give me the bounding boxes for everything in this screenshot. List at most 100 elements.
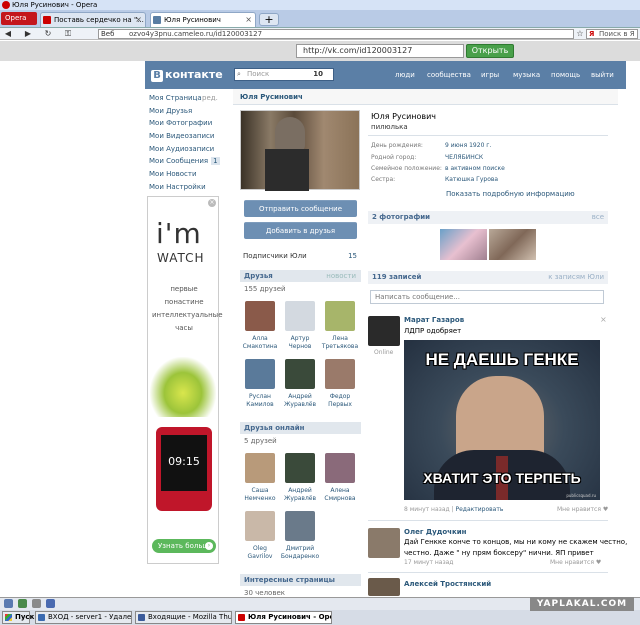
watch-screen: 09:15: [161, 435, 207, 491]
send-message-button[interactable]: Отправить сообщение: [244, 200, 357, 217]
ad-splash-image: [150, 357, 216, 417]
friend-card[interactable]: Алла Смакотина: [240, 301, 280, 351]
menu-news[interactable]: Мои Новости: [149, 170, 219, 183]
taskbar-item-remote-desktop[interactable]: ВХОД - server1 - Удале...: [35, 611, 132, 624]
proxy-url-input[interactable]: http://vk.com/id120003127: [296, 44, 464, 58]
tab-bar: Opera Поставь сердечко на "... × Юля Рус…: [0, 10, 640, 28]
photo-thumbnail[interactable]: [440, 229, 487, 260]
add-friend-button[interactable]: Добавить в друзья: [244, 222, 357, 239]
friend-card[interactable]: Артур Чернов: [280, 301, 320, 351]
post-meme-image[interactable]: НЕ ДАЕШЬ ГЕНКЕ ХВАТИТ ЭТО ТЕРПЕТЬ public…: [404, 340, 600, 500]
friend-avatar: [285, 359, 315, 389]
interesting-pages-header[interactable]: Интересные страницы: [240, 574, 361, 586]
meme-top-text: НЕ ДАЕШЬ ГЕНКЕ: [425, 350, 579, 369]
like-button[interactable]: Мне нравится ♥: [550, 559, 601, 566]
edit-link[interactable]: ред.: [202, 94, 218, 102]
subscribers-link[interactable]: Подписчики Юли 15: [243, 252, 359, 260]
like-button[interactable]: Мне нравится ♥: [557, 506, 608, 513]
address-field[interactable]: Веб ozvo4y3pnu.cameleo.ru/id120003127: [98, 29, 574, 39]
friend-card[interactable]: Алена Смирнова: [320, 453, 360, 503]
friend-avatar: [325, 453, 355, 483]
photo-thumbnail[interactable]: [489, 229, 536, 260]
yaplakal-watermark: YAPLAKAL.COM: [530, 597, 634, 611]
post-author-avatar[interactable]: [368, 578, 400, 596]
friend-card[interactable]: Руслан Камилов: [240, 359, 280, 409]
photos-header[interactable]: 2 фотографии все: [368, 211, 608, 224]
post-author-name[interactable]: Марат Газаров: [404, 316, 464, 324]
nav-games[interactable]: игры: [481, 71, 499, 79]
forward-icon[interactable]: ▶: [22, 29, 34, 39]
post-author-avatar[interactable]: [368, 316, 400, 346]
menu-settings[interactable]: Мои Настройки: [149, 183, 219, 196]
vk-logo[interactable]: Bконтакте: [151, 68, 223, 82]
friend-card[interactable]: Федор Первых: [320, 359, 360, 409]
friend-card[interactable]: Саша Немченко: [240, 453, 280, 503]
profile-status[interactable]: пилюлька: [371, 123, 408, 131]
friends-online-count[interactable]: 5 друзей: [244, 437, 277, 445]
show-more-info-link[interactable]: Показать подробную информацию: [446, 190, 575, 198]
nav-communities[interactable]: сообщества: [427, 71, 471, 79]
menu-audio[interactable]: Мои Аудиозаписи: [149, 145, 219, 158]
delete-post-icon[interactable]: ×: [600, 315, 607, 324]
info-hometown: Родной город: ЧЕЛЯБИНСК: [371, 154, 484, 161]
windows-logo-icon: [5, 614, 12, 621]
post-author-name[interactable]: Алексей Тростянский: [404, 580, 491, 588]
bookmark-star-icon[interactable]: ☆: [574, 29, 586, 39]
opera-menu-button[interactable]: Opera: [1, 12, 37, 25]
desktop-icon[interactable]: [4, 599, 13, 608]
quicklaunch-icon[interactable]: [32, 599, 41, 608]
back-icon[interactable]: ◀: [2, 29, 14, 39]
start-button[interactable]: Пуск: [2, 611, 34, 624]
interesting-pages-count[interactable]: 30 человек: [244, 589, 285, 597]
tab-poll[interactable]: Поставь сердечко на "... ×: [40, 12, 146, 27]
key-icon[interactable]: ⚿: [62, 29, 74, 39]
friend-avatar: [245, 301, 275, 331]
nav-help[interactable]: помощь: [551, 71, 580, 79]
wall-header[interactable]: 119 записей к записям Юли: [368, 271, 608, 284]
opera-icon: [238, 614, 245, 621]
post-author-avatar[interactable]: [368, 528, 400, 558]
menu-my-page[interactable]: Моя Страница ред.: [149, 94, 219, 107]
friends-count[interactable]: 155 друзей: [244, 285, 286, 293]
post-time[interactable]: 8 минут назад | Редактировать: [404, 506, 503, 513]
menu-messages[interactable]: Мои Сообщения 1: [149, 157, 220, 170]
menu-videos[interactable]: Мои Видеозаписи: [149, 132, 219, 145]
taskbar-item-opera[interactable]: Юля Русинович - Opera: [235, 611, 332, 624]
friend-card[interactable]: Дмитрий Бондаренко: [280, 511, 320, 561]
proxy-open-button[interactable]: Открыть: [466, 44, 514, 58]
edit-post-link[interactable]: Редактировать: [456, 506, 504, 513]
vk-favicon: [153, 16, 161, 24]
friend-card[interactable]: Андрей Журавлёв: [280, 359, 320, 409]
post-author-name[interactable]: Олег Дудочкин: [404, 528, 466, 536]
friend-card[interactable]: Лена Третьякова: [320, 301, 360, 351]
friends-block-header[interactable]: Друзья новости: [240, 270, 361, 282]
page-title: Юля Русинович: [233, 89, 618, 105]
reload-icon[interactable]: ↻: [42, 29, 54, 39]
close-ad-icon[interactable]: ×: [208, 199, 216, 207]
quicklaunch-icon[interactable]: [18, 599, 27, 608]
friends-online-header[interactable]: Друзья онлайн: [240, 422, 361, 434]
friend-card[interactable]: Андрей Журавлёв: [280, 453, 320, 503]
menu-friends[interactable]: Мои Друзья: [149, 107, 219, 120]
tab-vk-profile[interactable]: Юля Русинович ×: [150, 12, 256, 27]
vk-search-input[interactable]: ⌕ Поиск 10: [234, 68, 334, 81]
ad-learn-more-button[interactable]: Узнать больше ›: [152, 539, 216, 553]
profile-photo[interactable]: [240, 110, 360, 191]
taskbar-item-thunderbird[interactable]: Входящие - Mozilla Thun...: [135, 611, 232, 624]
post-time[interactable]: 17 минут назад: [404, 559, 453, 566]
nav-logout[interactable]: выйти: [591, 71, 614, 79]
thunderbird-icon: [138, 614, 145, 621]
new-tab-button[interactable]: +: [259, 13, 279, 26]
menu-photos[interactable]: Мои Фотографии: [149, 119, 219, 132]
smartwatch-ad[interactable]: × i'm WATCH первые понастине интеллектуал…: [147, 196, 223, 564]
close-tab-icon[interactable]: ×: [245, 13, 252, 27]
nav-people[interactable]: люди: [395, 71, 415, 79]
nav-music[interactable]: музыка: [513, 71, 540, 79]
friend-card[interactable]: Oleg Gavrilov: [240, 511, 280, 561]
window-title: Юля Русинович - Opera: [12, 1, 98, 9]
quicklaunch-icon[interactable]: [46, 599, 55, 608]
close-tab-icon[interactable]: ×: [135, 13, 142, 27]
info-birthday: День рождения: 9 июня 1920 г.: [371, 142, 492, 149]
wall-post-input[interactable]: Написать сообщение...: [370, 290, 604, 304]
search-field[interactable]: Я Поиск в Я: [586, 29, 638, 39]
